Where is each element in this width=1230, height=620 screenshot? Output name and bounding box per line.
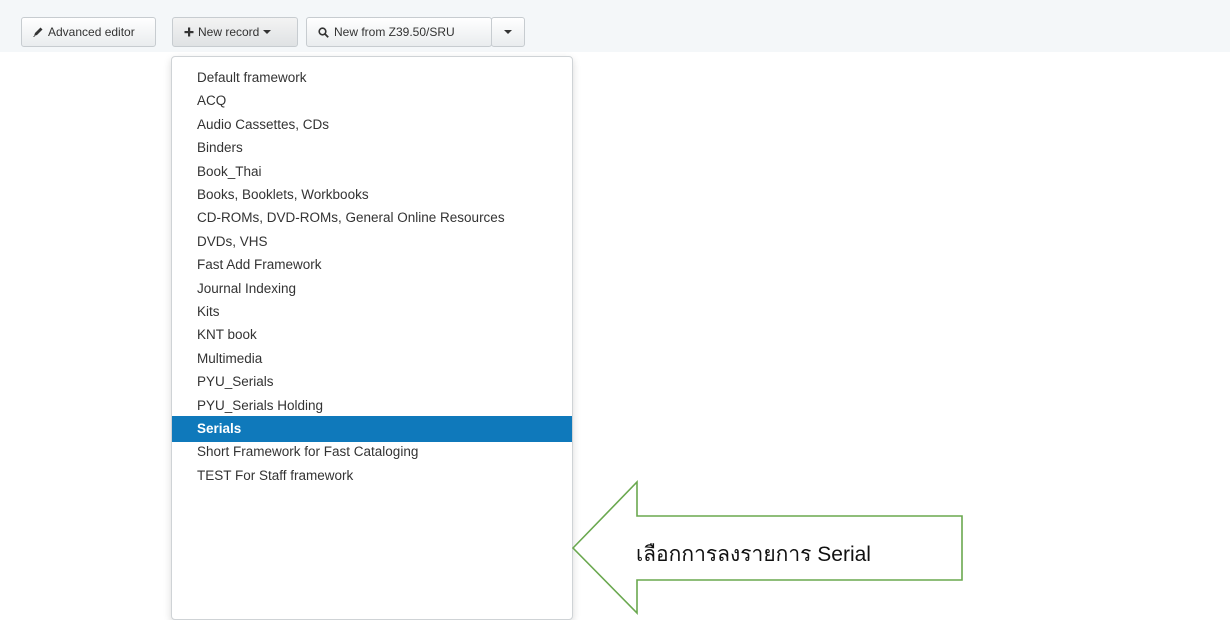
framework-menu-item[interactable]: Default framework — [172, 65, 572, 91]
new-from-z3950-label: New from Z39.50/SRU — [334, 25, 455, 39]
chevron-down-icon — [504, 30, 512, 34]
framework-menu-item[interactable]: Multimedia — [172, 346, 572, 372]
framework-menu-item[interactable]: Serials — [172, 416, 572, 442]
framework-dropdown-menu: Default framework ACQ Audio Cassettes, CDs… — [171, 56, 573, 620]
framework-menu-item[interactable]: Short Framework for Fast Cataloging — [172, 439, 572, 465]
framework-menu-item[interactable]: DVDs, VHS — [172, 229, 572, 255]
new-from-z3950-button[interactable]: New from Z39.50/SRU — [306, 17, 492, 47]
framework-menu-item[interactable]: TEST For Staff framework — [172, 463, 572, 489]
z3950-dropdown-toggle[interactable] — [491, 17, 525, 47]
plus-icon — [184, 27, 194, 37]
advanced-editor-label: Advanced editor — [48, 25, 135, 39]
new-record-button[interactable]: New record — [172, 17, 298, 47]
framework-menu-item[interactable]: Books, Booklets, Workbooks — [172, 182, 572, 208]
framework-menu-item[interactable]: Book_Thai — [172, 159, 572, 185]
framework-menu-item[interactable]: PYU_Serials Holding — [172, 393, 572, 419]
cataloging-toolbar: Advanced editor New record New from Z39.… — [0, 0, 1230, 52]
framework-menu-item[interactable]: ACQ — [172, 88, 572, 114]
framework-menu-item[interactable]: PYU_Serials — [172, 369, 572, 395]
framework-menu-item[interactable]: Kits — [172, 299, 572, 325]
framework-menu-item[interactable]: Fast Add Framework — [172, 252, 572, 278]
advanced-editor-button[interactable]: Advanced editor — [21, 17, 156, 47]
framework-menu-item[interactable]: Audio Cassettes, CDs — [172, 112, 572, 138]
search-icon — [318, 26, 329, 38]
pencil-icon — [33, 27, 43, 37]
framework-menu-item[interactable]: CD-ROMs, DVD-ROMs, General Online Resour… — [172, 205, 572, 231]
chevron-down-icon — [263, 30, 272, 34]
framework-menu-item[interactable]: Binders — [172, 135, 572, 161]
callout-text: เลือกการลงรายการ Serial — [636, 543, 871, 566]
framework-menu-item[interactable]: Journal Indexing — [172, 276, 572, 302]
framework-menu-item[interactable]: KNT book — [172, 322, 572, 348]
new-record-label: New record — [198, 25, 260, 39]
